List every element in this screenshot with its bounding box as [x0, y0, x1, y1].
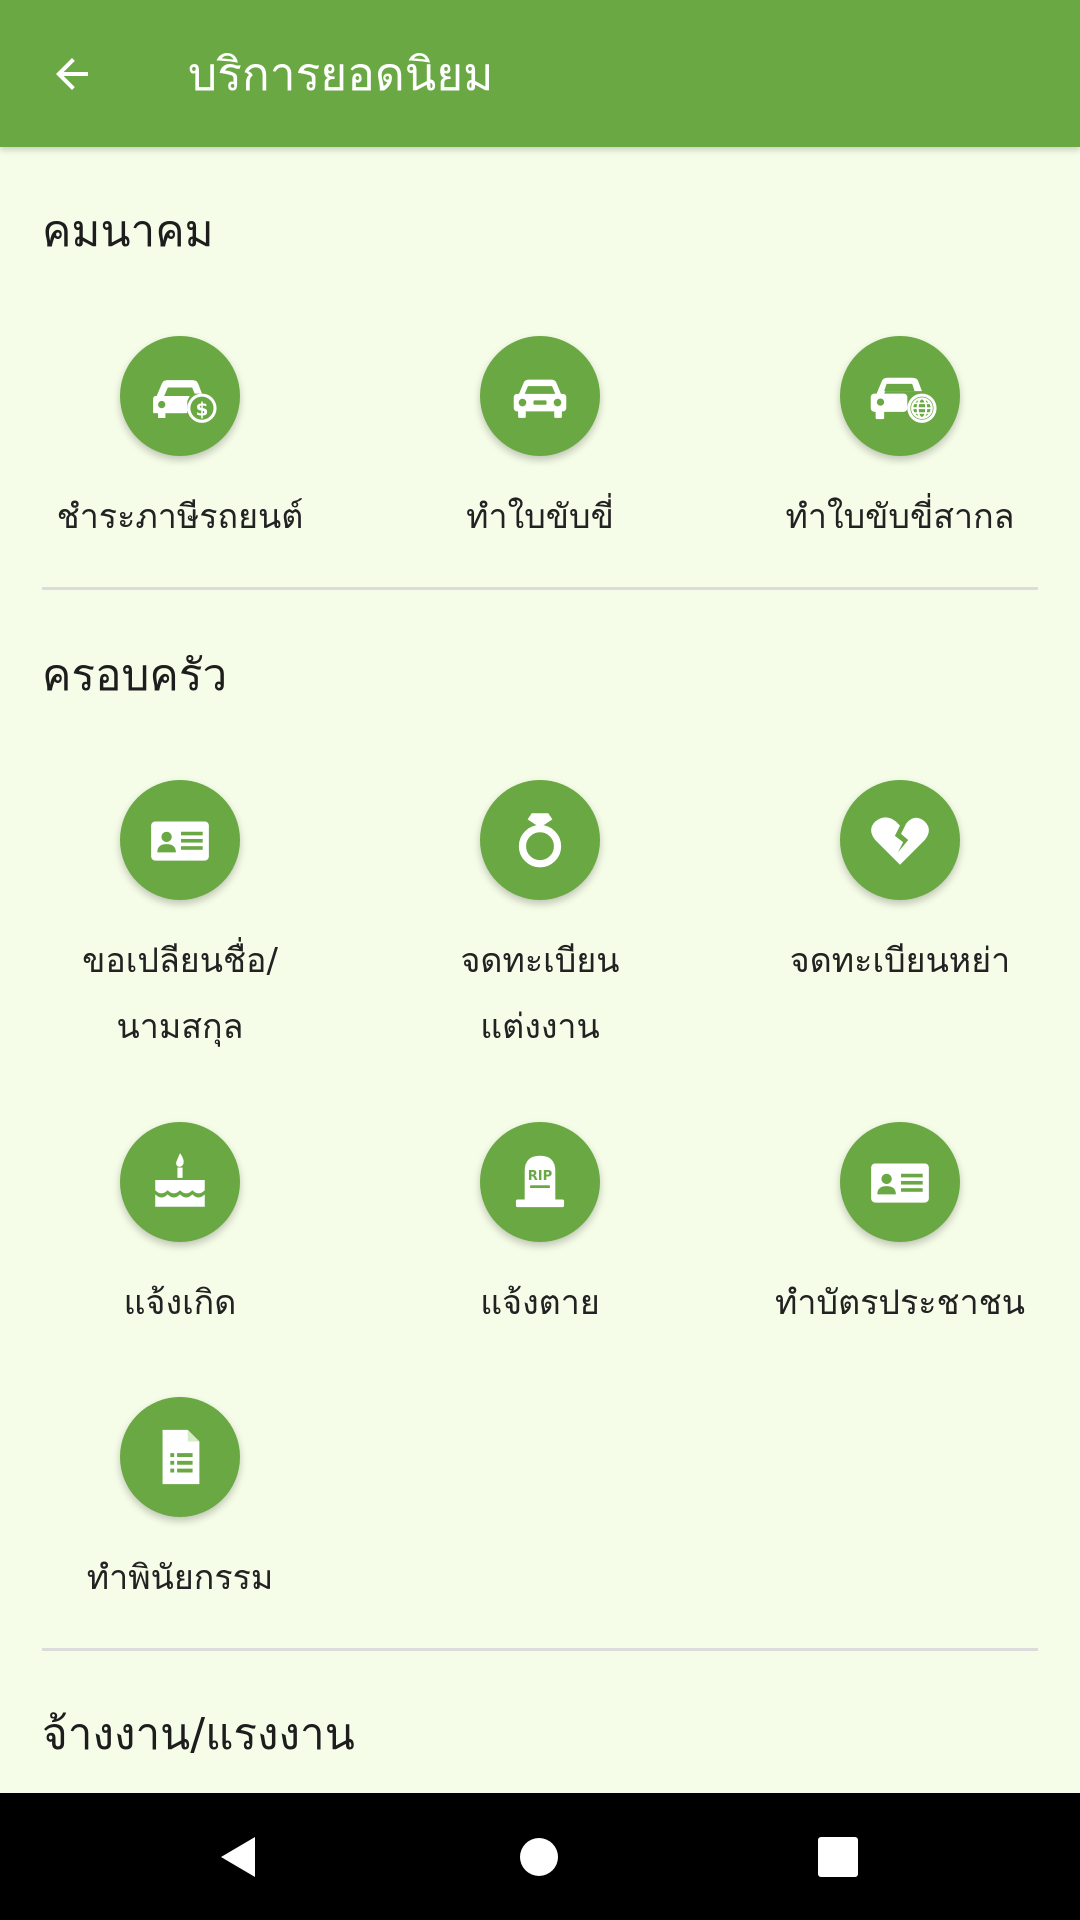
car-icon [513, 379, 567, 418]
service-label: จดทะเบียนหย่า [789, 941, 1011, 981]
services-list[interactable]: คมนาคม $ ชำระภาษีรถยนต์ ทำใบขับขี่ ทำใบข… [0, 147, 1080, 1793]
circle-home-icon [520, 1838, 558, 1876]
service-label: ทำบัตรประชาชน [774, 1283, 1026, 1323]
id-card-icon [871, 1163, 929, 1203]
nav-recents-button[interactable] [802, 1821, 874, 1893]
service-label: ชำระภาษีรถยนต์ [56, 497, 304, 537]
service-label: ทำใบขับขี่สากล [785, 497, 1015, 537]
service-marriage-registration[interactable]: จดทะเบียน แต่งงาน [360, 780, 720, 1060]
system-navigation-bar [0, 1793, 1080, 1920]
section-title-transport: คมนาคม [42, 206, 214, 257]
car-globe-icon [870, 377, 937, 423]
section-title-employment: จ้างงาน/แรงงาน [42, 1709, 355, 1760]
service-birth-notification[interactable]: แจ้งเกิด [0, 1122, 360, 1336]
service-death-notification[interactable]: RIP แจ้งตาย [360, 1122, 720, 1336]
page-title: บริการยอดนิยม [188, 47, 494, 101]
app-bar: บริการยอดนิยม [0, 0, 1080, 147]
svg-text:$: $ [196, 400, 209, 421]
birthday-cake-icon [155, 1153, 205, 1207]
triangle-back-icon [221, 1837, 255, 1877]
app-screen: บริการยอดนิยม คมนาคม $ ชำระภาษีรถยนต์ ทำ… [0, 0, 1080, 1920]
arrow-left-icon [56, 58, 88, 90]
document-icon [162, 1429, 200, 1485]
service-divorce-registration[interactable]: จดทะเบียนหย่า [720, 780, 1080, 994]
nav-home-button[interactable] [503, 1821, 575, 1893]
section-divider [42, 1648, 1038, 1651]
car-payment-icon: $ [153, 380, 217, 423]
ring-icon [518, 813, 562, 868]
service-id-card[interactable]: ทำบัตรประชาชน [720, 1122, 1080, 1336]
service-label: ขอเปลียนชื่อ/ นามสกุล [82, 941, 278, 1047]
service-international-license[interactable]: ทำใบขับขี่สากล [720, 336, 1080, 550]
service-change-name[interactable]: ขอเปลียนชื่อ/ นามสกุล [0, 780, 360, 1060]
tombstone-icon: RIP [515, 1155, 565, 1208]
section-title-family: ครอบครัว [42, 650, 228, 701]
service-label: แจ้งตาย [480, 1283, 600, 1323]
broken-heart-icon [871, 817, 929, 865]
service-pay-car-tax[interactable]: $ ชำระภาษีรถยนต์ [0, 336, 360, 550]
back-button[interactable] [36, 38, 108, 110]
service-label: ทำพินัยกรรม [86, 1558, 274, 1598]
service-label: จดทะเบียน แต่งงาน [460, 941, 620, 1047]
service-label: ทำใบขับขี่ [466, 497, 614, 537]
svg-text:RIP: RIP [528, 1169, 553, 1184]
id-card-icon [151, 821, 209, 861]
service-driving-license[interactable]: ทำใบขับขี่ [360, 336, 720, 550]
square-recents-icon [818, 1837, 858, 1877]
nav-back-button[interactable] [203, 1821, 275, 1893]
section-divider [42, 587, 1038, 590]
service-make-will[interactable]: ทำพินัยกรรม [0, 1397, 360, 1611]
service-label: แจ้งเกิด [123, 1283, 237, 1323]
